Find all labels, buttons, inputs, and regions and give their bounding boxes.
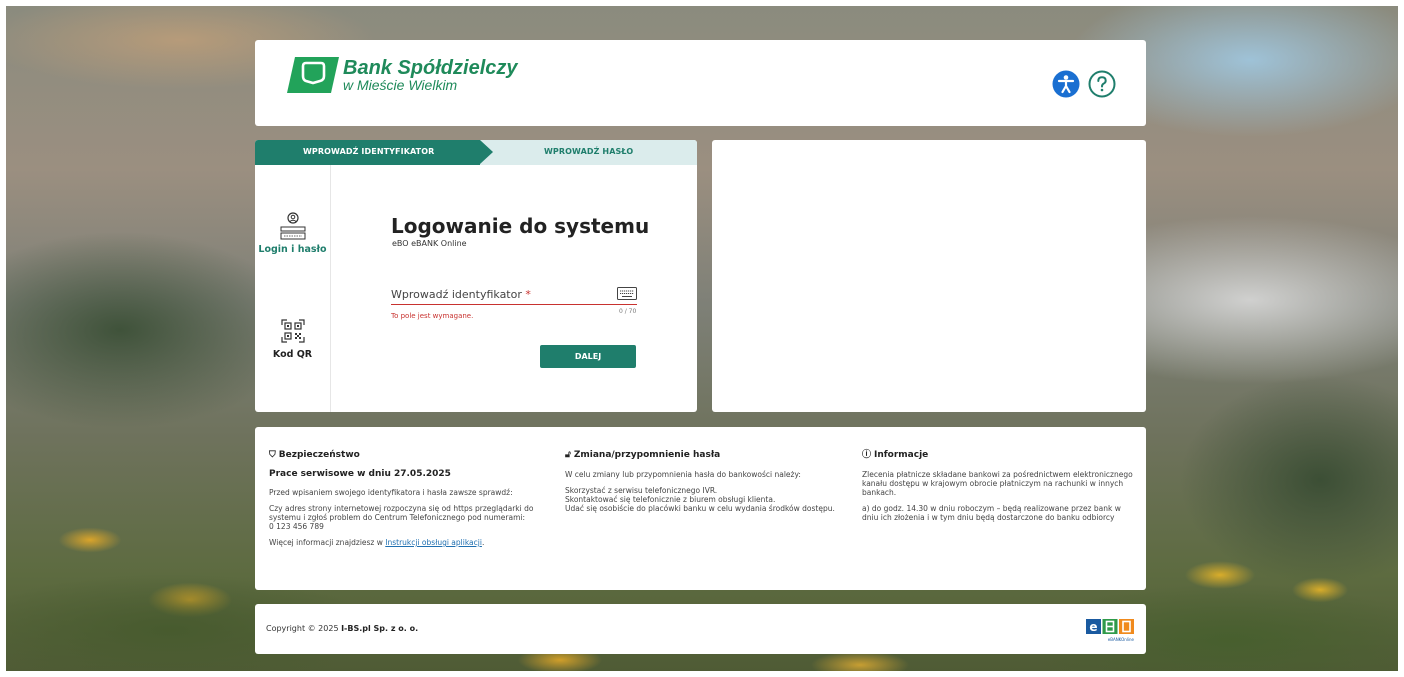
login-title: Logowanie do systemu: [391, 214, 650, 238]
help-icon[interactable]: [1088, 70, 1116, 98]
password-step-2: Skontaktować się telefonicznie z biurem …: [565, 495, 776, 504]
login-subtitle: eBO eBANK Online: [392, 239, 467, 248]
login-method-sidebar: Login i hasło Kod QR: [255, 165, 331, 412]
footer-card: Copyright © 2025 I-BS.pl Sp. z o. o. e e…: [255, 604, 1146, 654]
information-paragraph-1: Zlecenia płatnicze składane bankowi za p…: [862, 470, 1133, 497]
information-section: ⓘ Informacje Zlecenia płatnicze składane …: [862, 450, 1137, 523]
information-title: Informacje: [874, 450, 929, 460]
field-error-message: To pole jest wymagane.: [391, 312, 474, 320]
password-title: Zmiana/przypomnienie hasła: [573, 450, 721, 460]
window-frame-bottom: [0, 671, 1404, 677]
security-title: Bezpieczeństwo: [278, 450, 360, 460]
user-keyboard-icon: [280, 212, 305, 240]
info-card: ⛉ Bezpieczeństwo Prace serwisowe w dniu 2…: [255, 427, 1146, 590]
svg-text:e: e: [1089, 620, 1097, 634]
step-arrow: [480, 140, 493, 164]
bank-subtitle: w Mieście Wielkim: [343, 76, 458, 93]
login-method-qr[interactable]: Kod QR: [255, 316, 330, 360]
security-section: ⛉ Bezpieczeństwo Prace serwisowe w dniu 2…: [269, 450, 559, 548]
login-method-qr-label: Kod QR: [272, 349, 313, 360]
accessibility-icon[interactable]: [1052, 70, 1080, 98]
window-frame-top: [0, 0, 1404, 6]
company-name: I-BS.pl Sp. z o. o.: [341, 624, 419, 633]
header-card: Bank Spółdzielczy w Mieście Wielkim: [255, 40, 1146, 126]
manual-link[interactable]: Instrukcji obsługi aplikacji: [385, 538, 482, 547]
side-panel: [712, 140, 1146, 412]
security-more-info: Więcej informacji znajdziesz w Instrukcj…: [269, 538, 485, 547]
maintenance-notice: Prace serwisowe w dniu 27.05.2025: [269, 469, 451, 479]
login-card: WPROWADŹ IDENTYFIKATOR WPROWADŹ HASŁO Lo…: [255, 140, 697, 412]
login-method-password-label: Login i hasło: [258, 244, 327, 255]
bank-name: Bank Spółdzielczy: [343, 56, 518, 79]
password-paragraph: W celu zmiany lub przypomnienia hasła do…: [565, 470, 801, 479]
ebo-logo: e eBANKOnline: [1086, 619, 1135, 642]
step-identifier-label: WPROWADŹ IDENTYFIKATOR: [303, 147, 435, 156]
security-paragraph-2: Czy adres strony internetowej rozpoczyna…: [269, 504, 534, 522]
window-frame-right: [1398, 0, 1404, 677]
login-method-password[interactable]: Login i hasło: [255, 211, 330, 255]
security-paragraph-1: Przed wpisaniem swojego identyfikatora i…: [269, 488, 513, 497]
info-icon: ⓘ: [862, 450, 872, 460]
security-phone: 0 123 456 789: [269, 522, 324, 531]
unlock-icon: 🔓︎: [565, 450, 571, 460]
bank-logo[interactable]: Bank Spółdzielczy w Mieście Wielkim: [287, 57, 518, 93]
qr-code-icon: [280, 319, 305, 343]
required-mark: *: [525, 288, 531, 301]
password-step-1: Skorzystać z serwisu telefonicznego IVR.: [565, 486, 718, 495]
identifier-field-label: Wprowadź identyfikator *: [391, 288, 531, 301]
password-section: 🔓︎ Zmiana/przypomnienie hasła W celu zmia…: [565, 450, 845, 514]
information-paragraph-2: a) do godz. 14.30 w dniu roboczym – będą…: [862, 504, 1121, 522]
password-step-3: Udać się osobiście do placówki banku w c…: [565, 504, 835, 513]
window-frame-left: [0, 0, 6, 677]
identifier-field[interactable]: Wprowadź identyfikator *: [391, 287, 637, 305]
copyright-text: Copyright © 2025 I-BS.pl Sp. z o. o.: [266, 624, 419, 633]
step-password-label: WPROWADŹ HASŁO: [544, 147, 634, 156]
character-counter: 0 / 70: [619, 308, 637, 315]
next-button[interactable]: DALEJ: [540, 345, 636, 368]
shield-icon: ⛉: [269, 450, 276, 460]
ebo-caption: eBANKOnline: [1108, 637, 1135, 642]
login-steps: WPROWADŹ IDENTYFIKATOR WPROWADŹ HASŁO: [255, 140, 697, 165]
bank-logo-icon: [287, 57, 339, 93]
keyboard-icon[interactable]: [617, 287, 637, 300]
